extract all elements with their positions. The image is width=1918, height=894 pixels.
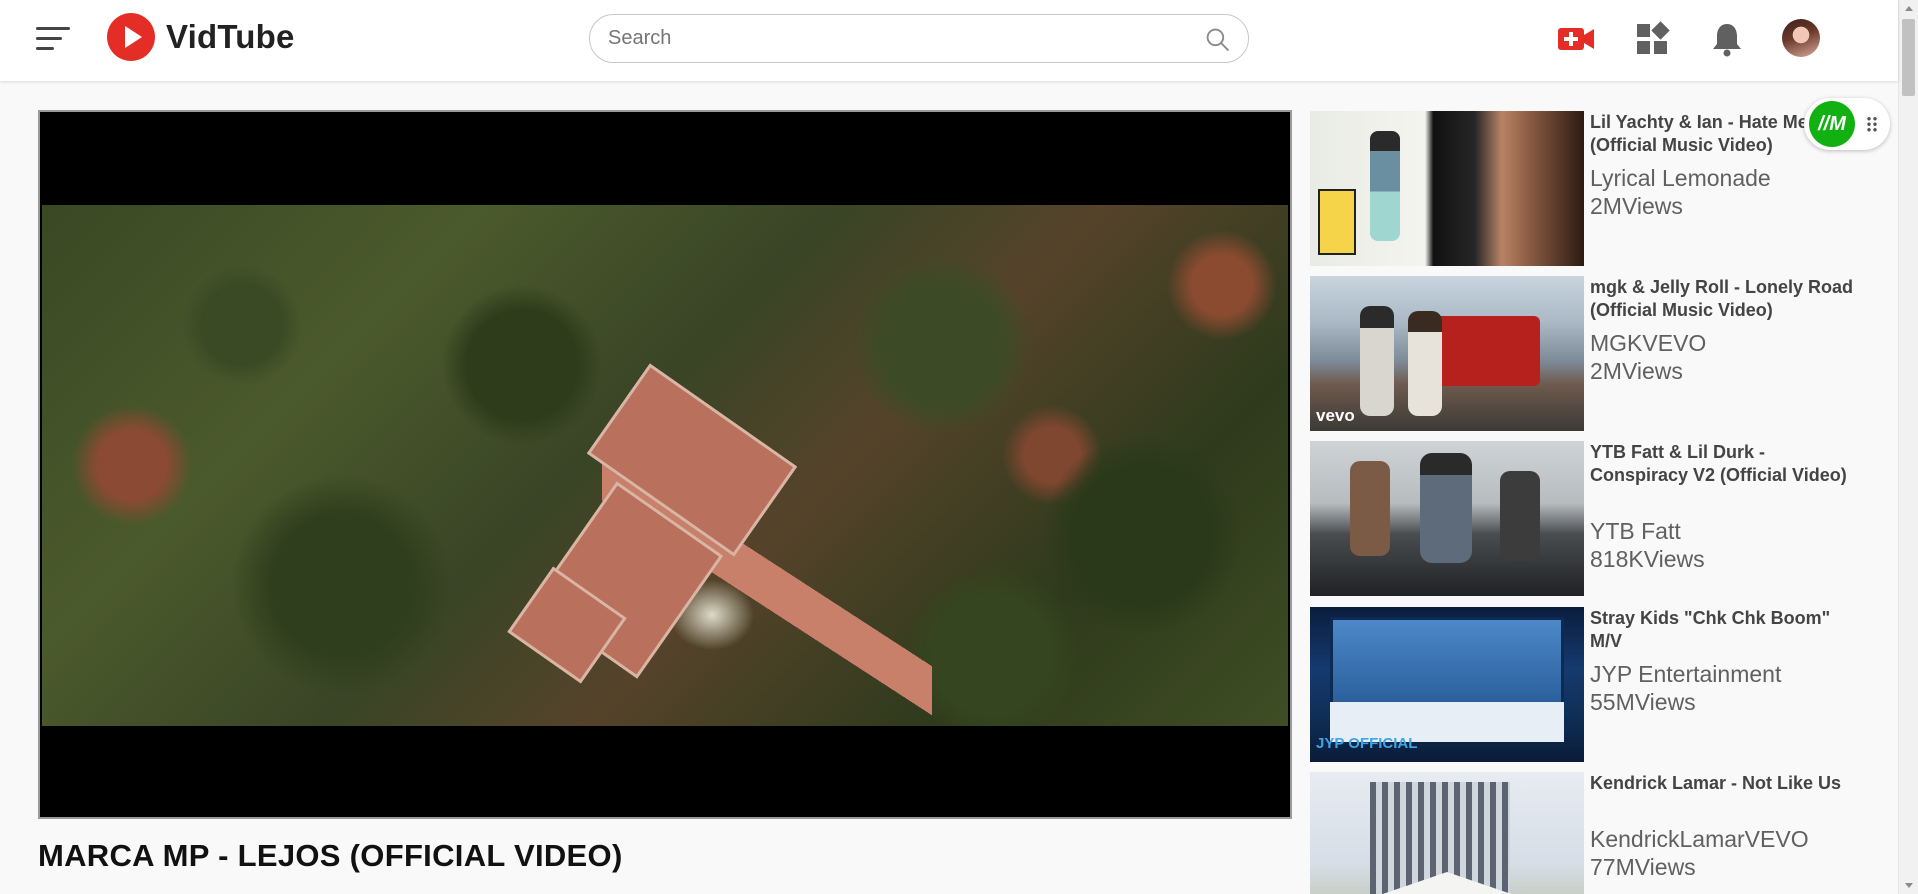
video-thumbnail[interactable]: [1310, 772, 1584, 894]
recommendation-title[interactable]: Stray Kids "Chk Chk Boom" M/V: [1590, 607, 1860, 653]
jyp-watermark: JYP OFFICIAL: [1316, 735, 1418, 752]
channel-name[interactable]: Lyrical Lemonade: [1590, 164, 1771, 192]
page-scrollbar[interactable]: [1898, 0, 1918, 894]
scroll-up-icon[interactable]: [1905, 6, 1913, 11]
view-count: 55MViews: [1590, 689, 1696, 715]
recommendation-item[interactable]: Lil Yachty & Ian - Hate Me (Official Mus…: [1310, 111, 1860, 266]
hamburger-menu-icon[interactable]: [36, 24, 72, 54]
video-thumbnail[interactable]: [1310, 111, 1584, 266]
lemonade-carton-icon: [1318, 189, 1356, 255]
channel-name[interactable]: YTB Fatt: [1590, 517, 1705, 545]
thumbnail-truck: [1430, 316, 1540, 386]
bell-icon[interactable]: [1707, 19, 1747, 59]
play-icon: [107, 13, 155, 61]
recommendation-title[interactable]: Kendrick Lamar - Not Like Us: [1590, 772, 1860, 795]
view-count: 2MViews: [1590, 358, 1683, 384]
video-thumbnail[interactable]: vevo: [1310, 276, 1584, 431]
extension-logo[interactable]: //M: [1809, 101, 1855, 147]
recommendation-item[interactable]: YTB Fatt & Lil Durk - Conspiracy V2 (Off…: [1310, 441, 1860, 596]
video-title: MARCA MP - LEJOS (OFFICIAL VIDEO): [38, 838, 623, 873]
search-icon[interactable]: [1205, 27, 1230, 52]
logo-text: VidTube: [166, 18, 295, 55]
thumbnail-figure: [1408, 311, 1442, 416]
logo[interactable]: VidTube: [107, 13, 295, 61]
vevo-watermark: vevo: [1316, 406, 1355, 425]
recommendation-item[interactable]: vevo mgk & Jelly Roll - Lonely Road (Off…: [1310, 276, 1860, 431]
user-avatar[interactable]: [1782, 19, 1820, 57]
recommendation-item[interactable]: Kendrick Lamar - Not Like Us KendrickLam…: [1310, 772, 1860, 894]
top-header: VidTube: [0, 0, 1898, 81]
recommendation-title[interactable]: YTB Fatt & Lil Durk - Conspiracy V2 (Off…: [1590, 441, 1860, 487]
video-frame: [42, 205, 1288, 726]
thumbnail-screen: [1330, 617, 1564, 707]
apps-grid-icon[interactable]: [1632, 19, 1672, 59]
recommendation-title[interactable]: mgk & Jelly Roll - Lonely Road (Official…: [1590, 276, 1860, 322]
search-input[interactable]: [608, 15, 1178, 62]
drag-handle-icon[interactable]: [1866, 116, 1878, 132]
video-player[interactable]: [38, 110, 1292, 819]
thumbnail-figure: [1360, 306, 1394, 416]
thumbnail-figure: [1350, 461, 1390, 556]
recommendation-item[interactable]: JYP OFFICIAL Stray Kids "Chk Chk Boom" M…: [1310, 607, 1860, 762]
view-count: 77MViews: [1590, 854, 1696, 880]
scrollbar-thumb[interactable]: [1902, 19, 1915, 96]
video-thumbnail[interactable]: [1310, 441, 1584, 596]
channel-name[interactable]: KendrickLamarVEVO: [1590, 825, 1809, 853]
search-bar: [589, 14, 1249, 63]
thumbnail-figure: [1370, 131, 1400, 241]
channel-name[interactable]: JYP Entertainment: [1590, 660, 1781, 688]
thumbnail-figure: [1500, 471, 1540, 561]
video-add-icon[interactable]: [1556, 19, 1596, 59]
thumbnail-roof: [1330, 872, 1564, 894]
view-count: 2MViews: [1590, 193, 1683, 219]
view-count: 818KViews: [1590, 546, 1705, 572]
video-thumbnail[interactable]: JYP OFFICIAL: [1310, 607, 1584, 762]
floating-extension-widget[interactable]: //M: [1804, 98, 1890, 150]
channel-name[interactable]: MGKVEVO: [1590, 329, 1706, 357]
scroll-down-icon[interactable]: [1905, 883, 1913, 888]
thumbnail-figure: [1420, 453, 1472, 563]
